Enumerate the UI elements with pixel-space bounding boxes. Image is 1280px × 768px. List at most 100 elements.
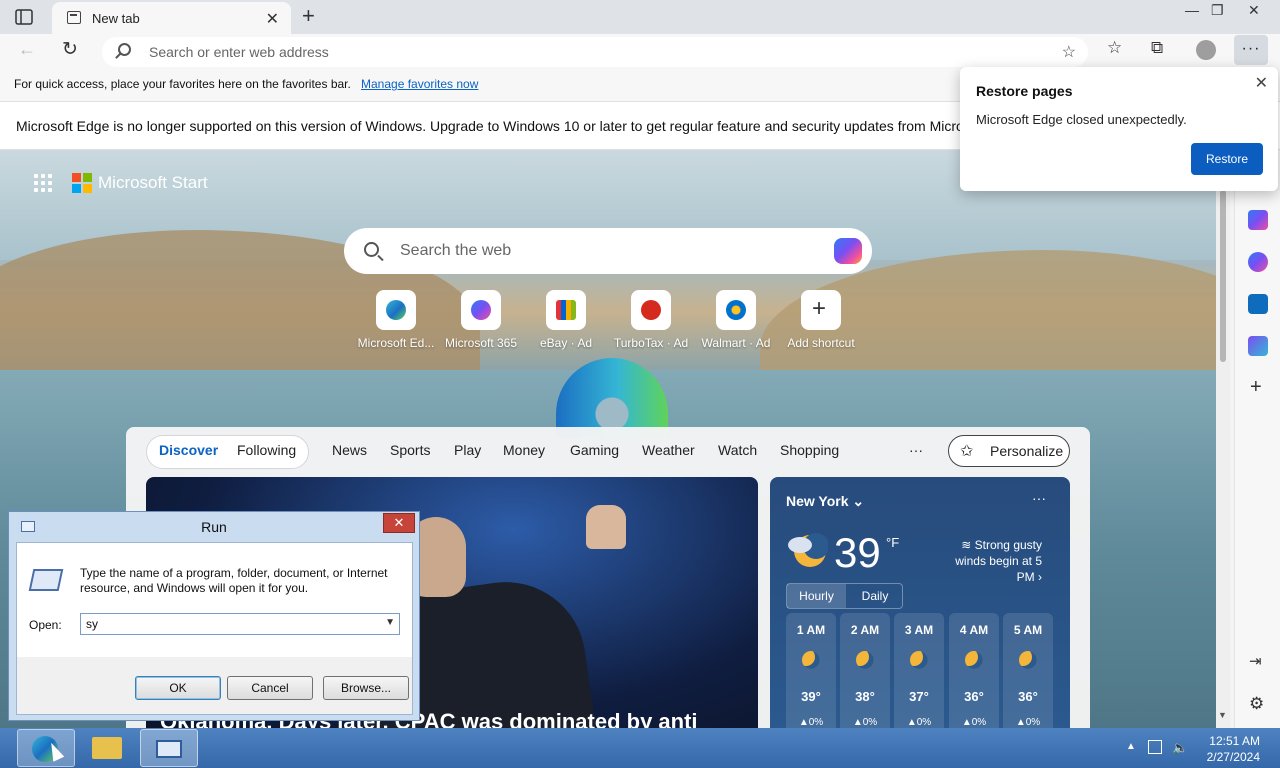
show-hidden-icons-icon[interactable]: ▲ bbox=[1126, 741, 1136, 752]
add-favorite-icon[interactable]: ☆ bbox=[1062, 42, 1076, 62]
tab-following[interactable]: Following bbox=[237, 442, 296, 458]
profile-avatar[interactable] bbox=[1196, 40, 1216, 60]
add-sidebar-app-icon[interactable]: + bbox=[1250, 376, 1262, 399]
weather-card[interactable]: New York ⌄ ··· 39 °F ≋ Strong gusty wind… bbox=[770, 477, 1070, 728]
tab-play[interactable]: Play bbox=[454, 442, 481, 458]
web-search-box[interactable]: Search the web bbox=[344, 228, 872, 274]
open-input[interactable]: sy bbox=[86, 617, 98, 631]
refresh-icon[interactable]: ↻ bbox=[62, 38, 78, 61]
hourly-item: 1 AM 39° ▲0% bbox=[786, 613, 836, 728]
volume-muted-icon[interactable]: 🔈 bbox=[1172, 740, 1188, 756]
toolbar: ← ↻ Search or enter web address ☆ bbox=[0, 34, 1280, 68]
hourly-tab[interactable]: Hourly bbox=[787, 584, 846, 608]
shortcut-microsoft-365[interactable]: Microsoft 365 bbox=[436, 290, 526, 354]
cancel-button[interactable]: Cancel bbox=[227, 676, 313, 700]
outlook-icon[interactable] bbox=[1248, 294, 1268, 314]
page-scrollbar[interactable]: ▼ bbox=[1216, 190, 1230, 728]
address-bar[interactable]: Search or enter web address ☆ bbox=[102, 37, 1088, 67]
tab-new-tab[interactable]: New tab ✕ bbox=[52, 2, 291, 34]
run-description: Type the name of a program, folder, docu… bbox=[80, 566, 388, 595]
plus-icon: + bbox=[812, 295, 827, 322]
scrollbar-thumb[interactable] bbox=[1220, 190, 1226, 362]
personalize-icon: ✩ bbox=[960, 443, 974, 460]
ebay-icon bbox=[556, 300, 576, 320]
tab-weather[interactable]: Weather bbox=[642, 442, 695, 458]
window-close-button[interactable]: ✕ bbox=[1248, 2, 1260, 19]
microsoft-365-icon[interactable] bbox=[1248, 252, 1268, 272]
run-titlebar[interactable]: Run ✕ bbox=[9, 512, 419, 542]
open-combobox[interactable]: sy ▼ bbox=[80, 613, 400, 635]
weather-more-button[interactable]: ··· bbox=[1032, 490, 1046, 506]
tab-close-icon[interactable]: ✕ bbox=[266, 9, 279, 29]
games-icon[interactable] bbox=[1248, 210, 1268, 230]
hide-sidebar-icon[interactable]: ⇥ bbox=[1249, 652, 1262, 670]
sidebar-settings-gear-icon[interactable]: ⚙ bbox=[1249, 694, 1264, 714]
close-icon[interactable]: ✕ bbox=[1255, 73, 1268, 93]
maximize-button[interactable]: ❐ bbox=[1211, 2, 1224, 19]
walmart-icon bbox=[726, 300, 746, 320]
temperature-unit: °F bbox=[886, 535, 900, 550]
nav-more-button[interactable]: ··· bbox=[909, 442, 923, 458]
favorites-icon[interactable]: ☆ bbox=[1107, 38, 1122, 58]
tab-actions-icon[interactable] bbox=[14, 7, 34, 27]
tab-gaming[interactable]: Gaming bbox=[570, 442, 619, 458]
shortcut-microsoft-edge[interactable]: Microsoft Ed... bbox=[351, 290, 441, 354]
shortcut-walmart[interactable]: Walmart · Ad bbox=[691, 290, 781, 354]
weather-city[interactable]: New York ⌄ bbox=[786, 493, 864, 510]
run-program-icon bbox=[28, 569, 64, 591]
tab-strip: New tab ✕ + — ❐ ✕ bbox=[0, 0, 1280, 34]
daily-tab[interactable]: Daily bbox=[846, 584, 904, 608]
shortcut-label: TurboTax · Ad bbox=[613, 336, 689, 350]
run-close-button[interactable]: ✕ bbox=[383, 513, 415, 533]
network-icon[interactable] bbox=[1148, 740, 1162, 754]
moon-icon bbox=[802, 651, 820, 669]
shortcut-turbotax[interactable]: TurboTax · Ad bbox=[606, 290, 696, 354]
manage-favorites-link[interactable]: Manage favorites now bbox=[361, 77, 478, 91]
moon-icon bbox=[856, 651, 874, 669]
add-shortcut-button[interactable]: + Add shortcut bbox=[776, 290, 866, 354]
restore-button[interactable]: Restore bbox=[1191, 143, 1263, 175]
shortcut-label: Microsoft 365 bbox=[444, 336, 518, 350]
shortcut-ebay[interactable]: eBay · Ad bbox=[521, 290, 611, 354]
microsoft-logo-icon bbox=[72, 173, 92, 193]
brand-title: Microsoft Start bbox=[98, 173, 208, 192]
new-tab-button[interactable]: + bbox=[302, 4, 315, 28]
tab-news[interactable]: News bbox=[332, 442, 367, 458]
tab-money[interactable]: Money bbox=[503, 442, 545, 458]
taskbar: ▲ 🔈 12:51 AM 2/27/2024 bbox=[0, 728, 1280, 768]
search-icon bbox=[364, 242, 379, 257]
current-temperature: 39 bbox=[834, 529, 881, 576]
browse-button[interactable]: Browse... bbox=[323, 676, 409, 700]
chevron-down-icon[interactable]: ▼ bbox=[385, 617, 395, 628]
tab-discover[interactable]: Discover bbox=[159, 442, 218, 458]
weather-alert[interactable]: ≋ Strong gusty winds begin at 5 PM › bbox=[938, 537, 1042, 585]
designer-icon[interactable] bbox=[1248, 336, 1268, 356]
taskbar-run-button[interactable] bbox=[140, 729, 198, 767]
minimize-button[interactable]: — bbox=[1185, 2, 1199, 18]
shortcut-label: Walmart · Ad bbox=[701, 336, 771, 350]
collections-icon[interactable]: ⧉ bbox=[1151, 38, 1163, 58]
run-icon bbox=[156, 740, 182, 758]
run-title: Run bbox=[201, 519, 227, 535]
back-arrow-icon[interactable]: ← bbox=[18, 39, 36, 60]
clock[interactable]: 12:51 AM 2/27/2024 bbox=[1190, 733, 1260, 765]
copilot-icon[interactable] bbox=[834, 238, 862, 264]
hero-image-thumb bbox=[586, 505, 626, 549]
scroll-down-arrow-icon[interactable]: ▼ bbox=[1218, 710, 1227, 720]
search-icon bbox=[118, 43, 131, 56]
address-input[interactable]: Search or enter web address bbox=[149, 44, 329, 60]
ok-button[interactable]: OK bbox=[135, 676, 221, 700]
new-tab-favicon-icon bbox=[67, 11, 81, 24]
web-search-input[interactable]: Search the web bbox=[400, 242, 511, 260]
tab-watch[interactable]: Watch bbox=[718, 442, 757, 458]
settings-more-button[interactable]: ··· bbox=[1234, 35, 1268, 65]
taskbar-explorer-button[interactable] bbox=[78, 729, 136, 767]
moon-icon bbox=[965, 651, 983, 669]
edge-sidebar: + ⇥ ⚙ bbox=[1234, 190, 1280, 728]
folder-icon bbox=[92, 737, 122, 759]
hourly-item: 4 AM 36° ▲0% bbox=[949, 613, 999, 728]
personalize-button[interactable]: ✩ Personalize bbox=[948, 435, 1070, 467]
tab-sports[interactable]: Sports bbox=[390, 442, 430, 458]
app-launcher-icon[interactable] bbox=[34, 174, 54, 194]
tab-shopping[interactable]: Shopping bbox=[780, 442, 839, 458]
